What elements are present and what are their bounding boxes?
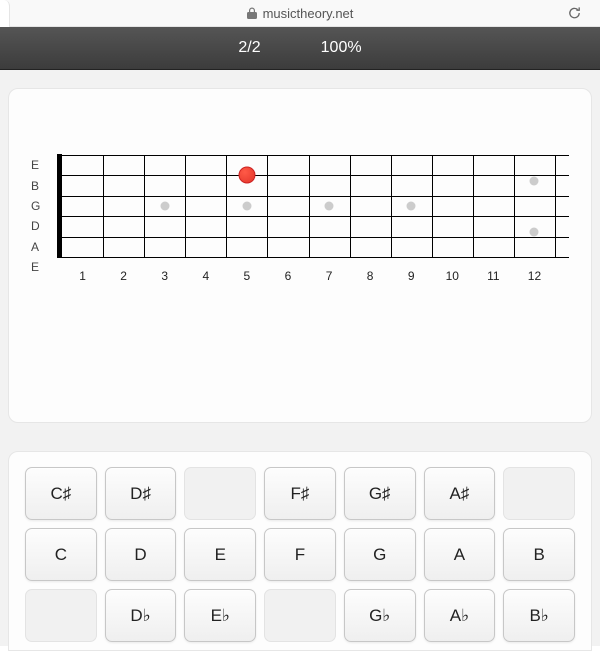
string-label: E <box>31 257 40 277</box>
note-key[interactable]: A <box>424 528 496 581</box>
fret-number: 3 <box>161 269 168 283</box>
fret-marker <box>242 202 251 211</box>
string <box>57 216 569 217</box>
score-bar: 2/2 100% <box>0 27 600 70</box>
note-key[interactable]: D♭ <box>105 589 177 642</box>
fret-number: 2 <box>120 269 127 283</box>
fret-number: 10 <box>446 269 459 283</box>
nut <box>57 154 62 258</box>
fret-number: 6 <box>285 269 292 283</box>
fret-marker <box>325 202 334 211</box>
fret-wire <box>103 155 104 257</box>
string-label: E <box>31 155 40 175</box>
target-note-dot <box>238 167 255 184</box>
fret-wire <box>473 155 474 257</box>
note-key[interactable]: E♭ <box>184 589 256 642</box>
fretboard-grid <box>57 155 569 257</box>
note-key[interactable]: C <box>25 528 97 581</box>
note-key-gap <box>25 589 97 642</box>
note-key[interactable]: E <box>184 528 256 581</box>
note-key[interactable]: G <box>344 528 416 581</box>
url-display[interactable]: musictheory.net <box>247 6 354 21</box>
note-key[interactable]: F <box>264 528 336 581</box>
string <box>57 237 569 238</box>
fretboard: EBGDAE 123456789101112 <box>31 119 569 319</box>
string-labels: EBGDAE <box>31 155 40 277</box>
fret-marker <box>530 176 539 185</box>
note-key[interactable]: B <box>503 528 575 581</box>
fret-wire <box>185 155 186 257</box>
fret-number: 7 <box>326 269 333 283</box>
fret-marker <box>407 202 416 211</box>
string-label: D <box>31 216 40 236</box>
note-key[interactable]: C♯ <box>25 467 97 520</box>
fret-number: 8 <box>367 269 374 283</box>
fret-number: 11 <box>487 269 499 283</box>
string-label: B <box>31 175 40 195</box>
note-key[interactable]: G♭ <box>344 589 416 642</box>
note-key-gap <box>264 589 336 642</box>
note-key[interactable]: G♯ <box>344 467 416 520</box>
lock-icon <box>247 7 257 19</box>
string <box>57 257 569 258</box>
string <box>57 155 569 156</box>
score-progress: 2/2 <box>238 39 260 57</box>
note-key[interactable]: D♯ <box>105 467 177 520</box>
fret-number: 4 <box>202 269 209 283</box>
note-keyboard: C♯D♯ F♯G♯A♯ CDEFGAB D♭E♭ G♭A♭B♭ <box>8 451 592 651</box>
fret-wire <box>226 155 227 257</box>
string <box>57 175 569 176</box>
fret-marker <box>530 227 539 236</box>
content-area: EBGDAE 123456789101112 C♯D♯F♯G♯A♯CDEFGAB… <box>0 70 600 646</box>
fret-number: 9 <box>408 269 415 283</box>
score-percent: 100% <box>321 39 362 57</box>
fret-wire <box>267 155 268 257</box>
string-label: A <box>31 237 40 257</box>
fret-wire <box>391 155 392 257</box>
note-key[interactable]: F♯ <box>264 467 336 520</box>
url-text: musictheory.net <box>263 6 354 21</box>
fret-wire <box>555 155 556 257</box>
fret-number: 1 <box>79 269 86 283</box>
fret-marker <box>160 202 169 211</box>
fret-number: 12 <box>528 269 541 283</box>
note-key[interactable]: A♭ <box>424 589 496 642</box>
fretboard-card: EBGDAE 123456789101112 <box>8 88 592 423</box>
note-key[interactable]: A♯ <box>424 467 496 520</box>
note-key[interactable]: D <box>105 528 177 581</box>
string <box>57 196 569 197</box>
fret-wire <box>309 155 310 257</box>
note-key-gap <box>184 467 256 520</box>
fret-wire <box>350 155 351 257</box>
note-key-gap <box>503 467 575 520</box>
fret-wire <box>432 155 433 257</box>
reload-icon[interactable] <box>567 6 582 21</box>
fret-wire <box>514 155 515 257</box>
browser-address-bar: musictheory.net <box>0 0 600 27</box>
fret-number: 5 <box>244 269 251 283</box>
string-label: G <box>31 196 40 216</box>
tab-edge <box>0 0 10 27</box>
fret-wire <box>144 155 145 257</box>
note-key[interactable]: B♭ <box>503 589 575 642</box>
